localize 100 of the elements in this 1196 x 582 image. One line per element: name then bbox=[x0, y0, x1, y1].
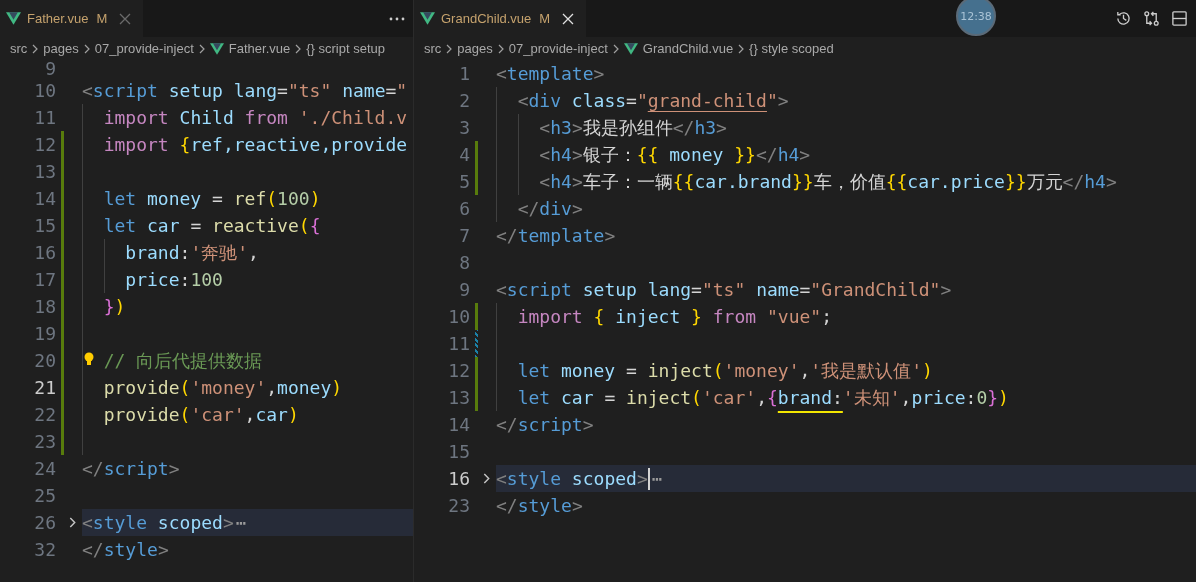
line-number: 23 bbox=[33, 430, 56, 454]
breadcrumb-item[interactable]: src bbox=[10, 41, 28, 56]
line-number: 23 bbox=[447, 494, 470, 518]
chevron-icon bbox=[32, 43, 39, 54]
line-number: 15 bbox=[33, 214, 56, 238]
code-line: provide('car',car) bbox=[103, 403, 299, 427]
code-line: let car = reactive({ bbox=[103, 214, 321, 238]
change-marker[interactable] bbox=[475, 330, 478, 357]
line-number: 9 bbox=[44, 60, 56, 77]
line-number: 18 bbox=[33, 295, 56, 319]
modified-indicator: M bbox=[539, 11, 551, 26]
line-number: 12 bbox=[33, 133, 56, 157]
change-marker[interactable] bbox=[61, 131, 64, 158]
line-number: 14 bbox=[33, 187, 56, 211]
line-number: 4 bbox=[458, 143, 470, 167]
chevron-icon bbox=[446, 43, 453, 54]
code-line: let car = inject('car',{brand:'未知',price:0}) bbox=[517, 386, 1009, 410]
line-number: 32 bbox=[33, 538, 56, 562]
more-icon[interactable] bbox=[389, 16, 405, 21]
fold-ellipsis[interactable]: ⋯ bbox=[233, 509, 247, 536]
vue-icon bbox=[420, 12, 435, 25]
editor-tab[interactable]: GrandChild.vue M bbox=[414, 0, 587, 37]
editor-tab[interactable]: Father.vue M bbox=[0, 0, 144, 37]
change-marker[interactable] bbox=[475, 303, 478, 330]
line-number: 20 bbox=[33, 349, 56, 373]
code-line: }) bbox=[103, 295, 126, 319]
change-marker[interactable] bbox=[61, 266, 64, 293]
timer-badge: 12:38 bbox=[956, 0, 996, 36]
code-line: <style scoped> bbox=[82, 511, 234, 535]
split-editor-icon[interactable] bbox=[1171, 10, 1188, 27]
line-number: 9 bbox=[458, 278, 470, 302]
change-marker[interactable] bbox=[61, 320, 64, 347]
line-number: 10 bbox=[447, 305, 470, 329]
chevron-icon bbox=[295, 43, 302, 54]
code-line: import Child from './Child.v bbox=[103, 106, 408, 130]
code-line: <h3>我是孙组件</h3> bbox=[539, 116, 727, 140]
code-line: brand:'奔驰', bbox=[125, 241, 259, 265]
code-line: </style> bbox=[496, 494, 583, 518]
code-line: <script setup lang="ts" name=" bbox=[82, 79, 408, 103]
code-line: </script> bbox=[496, 413, 594, 437]
line-number: 12 bbox=[447, 359, 470, 383]
code-line: price:100 bbox=[125, 268, 223, 292]
line-number: 3 bbox=[458, 116, 470, 140]
chevron-icon bbox=[198, 43, 205, 54]
breadcrumb-item[interactable]: Father.vue bbox=[209, 41, 291, 56]
code-line: <div class="grand-child"> bbox=[517, 89, 789, 113]
change-marker[interactable] bbox=[475, 141, 478, 168]
modified-indicator: M bbox=[96, 11, 108, 26]
code-line: </div> bbox=[517, 197, 583, 221]
change-marker[interactable] bbox=[61, 374, 64, 401]
line-number: 11 bbox=[33, 106, 56, 130]
code-line: let money = ref(100) bbox=[103, 187, 321, 211]
breadcrumb-item[interactable]: src bbox=[424, 41, 442, 56]
history-icon[interactable] bbox=[1115, 10, 1132, 27]
line-number: 10 bbox=[33, 79, 56, 103]
code-line: // 向后代提供数据 bbox=[103, 349, 263, 373]
line-number: 21 bbox=[33, 376, 56, 400]
line-number: 24 bbox=[33, 457, 56, 481]
change-marker[interactable] bbox=[61, 212, 64, 239]
chevron-icon[interactable] bbox=[69, 517, 76, 528]
breadcrumb-item[interactable]: {} script setup bbox=[306, 41, 385, 56]
code-line: </script> bbox=[82, 457, 180, 481]
breadcrumb-item[interactable]: {} style scoped bbox=[749, 41, 834, 56]
breadcrumb-item[interactable]: GrandChild.vue bbox=[623, 41, 734, 56]
code-line: </template> bbox=[496, 224, 616, 248]
change-marker[interactable] bbox=[475, 384, 478, 411]
breadcrumb-item[interactable]: 07_provide-inject bbox=[508, 41, 608, 56]
code-line: <h4>银子：{{ money }}</h4> bbox=[539, 143, 811, 167]
code-line: <script setup lang="ts" name="GrandChild"> bbox=[496, 278, 952, 302]
chevron-icon bbox=[497, 43, 504, 54]
line-number: 25 bbox=[33, 484, 56, 508]
breadcrumb-item[interactable]: 07_provide-inject bbox=[94, 41, 194, 56]
line-number: 15 bbox=[447, 440, 470, 464]
fold-ellipsis[interactable]: ⋯ bbox=[649, 465, 663, 492]
breadcrumb-item[interactable]: pages bbox=[43, 41, 79, 56]
chevron-icon[interactable] bbox=[483, 473, 490, 484]
change-marker[interactable] bbox=[61, 428, 64, 455]
change-marker[interactable] bbox=[61, 185, 64, 212]
line-number: 7 bbox=[458, 224, 470, 248]
lightbulb-icon[interactable] bbox=[84, 352, 94, 366]
line-number: 13 bbox=[447, 386, 470, 410]
chevron-icon bbox=[738, 43, 745, 54]
change-marker[interactable] bbox=[61, 401, 64, 428]
change-marker[interactable] bbox=[61, 347, 64, 374]
code-line: <h4>车子：一辆{{car.brand}}车，价值{{car.price}}万元</h4> bbox=[539, 170, 1117, 194]
line-number: 5 bbox=[458, 170, 470, 194]
change-marker[interactable] bbox=[475, 357, 478, 384]
change-marker[interactable] bbox=[61, 239, 64, 266]
chevron-icon bbox=[612, 43, 619, 54]
breadcrumb-item[interactable]: pages bbox=[457, 41, 493, 56]
code-line: let money = inject('money','我是默认值') bbox=[517, 359, 933, 383]
code-line: provide('money',money) bbox=[103, 376, 343, 400]
change-marker[interactable] bbox=[475, 168, 478, 195]
change-marker[interactable] bbox=[61, 293, 64, 320]
vue-icon bbox=[6, 12, 21, 25]
line-number: 13 bbox=[33, 160, 56, 184]
chevron-icon bbox=[83, 43, 90, 54]
change-marker[interactable] bbox=[61, 158, 64, 185]
code-line: import {ref,reactive,provide bbox=[103, 133, 408, 157]
compare-changes-icon[interactable] bbox=[1143, 10, 1160, 27]
